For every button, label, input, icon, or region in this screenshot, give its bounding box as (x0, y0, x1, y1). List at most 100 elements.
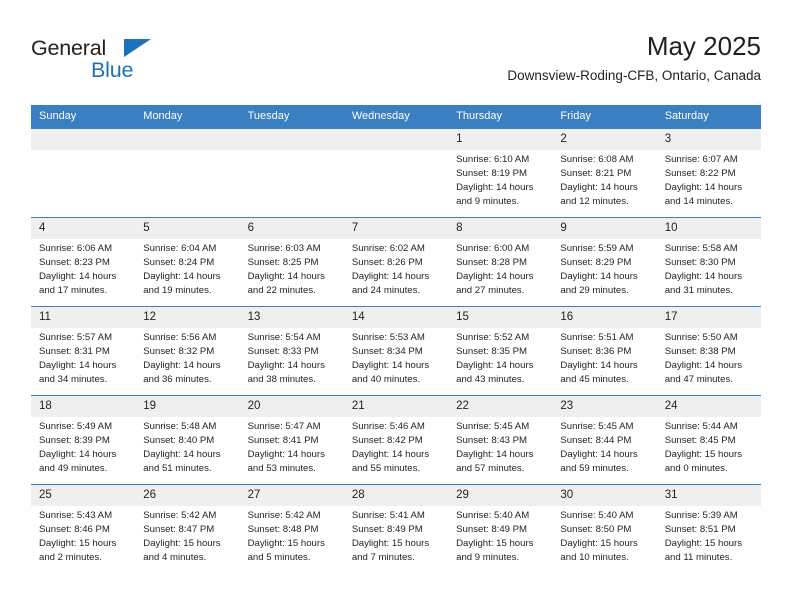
day-details: Sunrise: 5:46 AM Sunset: 8:42 PM Daylight:… (344, 417, 448, 476)
calendar-day-cell[interactable]: 19 Sunrise: 5:48 AM Sunset: 8:40 PM Dayligh… (135, 395, 240, 485)
calendar-day-cell[interactable]: 29 Sunrise: 5:40 AM Sunset: 8:49 PM Dayligh… (448, 484, 553, 574)
sunset-text: Sunset: 8:34 PM (351, 346, 423, 358)
day-details: Sunrise: 5:49 AM Sunset: 8:39 PM Daylight:… (31, 417, 135, 476)
daylight-text-line1: Daylight: 14 hours (39, 449, 117, 461)
title-block: May 2025 Downsview-Roding-CFB, Ontario, … (507, 30, 761, 86)
day-details: Sunrise: 6:06 AM Sunset: 8:23 PM Daylight:… (31, 239, 135, 298)
daylight-text-line2: and 17 minutes. (39, 285, 108, 297)
calendar-day-cell[interactable]: 16 Sunrise: 5:51 AM Sunset: 8:36 PM Dayligh… (552, 306, 657, 396)
sunrise-text: Sunrise: 6:02 AM (351, 243, 425, 254)
day-number: 8 (448, 218, 553, 239)
day-details: Sunrise: 6:03 AM Sunset: 8:25 PM Daylight:… (240, 239, 344, 298)
calendar-day-cell[interactable]: 2 Sunrise: 6:08 AM Sunset: 8:21 PM Daylight… (552, 128, 657, 218)
calendar-day-cell[interactable]: 17 Sunrise: 5:50 AM Sunset: 8:38 PM Dayligh… (656, 306, 761, 396)
daylight-text-line1: Daylight: 15 hours (143, 538, 221, 550)
day-number: 19 (135, 396, 240, 417)
weekday-header-monday: Monday (135, 105, 240, 129)
sunrise-text: Sunrise: 5:42 AM (143, 510, 217, 521)
day-number: 17 (656, 307, 761, 328)
calendar-day-cell[interactable]: 11 Sunrise: 5:57 AM Sunset: 8:31 PM Dayligh… (31, 306, 136, 396)
calendar-day-cell[interactable]: 30 Sunrise: 5:40 AM Sunset: 8:50 PM Dayligh… (552, 484, 657, 574)
location-subtitle: Downsview-Roding-CFB, Ontario, Canada (507, 68, 761, 83)
day-number: 16 (552, 307, 657, 328)
calendar-day-cell-empty (31, 128, 136, 218)
day-number: 26 (135, 485, 240, 506)
day-details: Sunrise: 5:45 AM Sunset: 8:44 PM Daylight:… (552, 417, 656, 476)
sunset-text: Sunset: 8:42 PM (351, 435, 423, 447)
day-details: Sunrise: 5:54 AM Sunset: 8:33 PM Daylight:… (240, 328, 344, 387)
calendar-day-cell[interactable]: 15 Sunrise: 5:52 AM Sunset: 8:35 PM Dayligh… (448, 306, 553, 396)
calendar-day-cell[interactable]: 22 Sunrise: 5:45 AM Sunset: 8:43 PM Dayligh… (448, 395, 553, 485)
daylight-text-line1: Daylight: 14 hours (560, 182, 638, 194)
day-details: Sunrise: 5:44 AM Sunset: 8:45 PM Daylight:… (657, 417, 761, 476)
calendar-day-cell[interactable]: 10 Sunrise: 5:58 AM Sunset: 8:30 PM Dayligh… (656, 217, 761, 307)
day-details: Sunrise: 5:40 AM Sunset: 8:50 PM Daylight:… (552, 506, 656, 565)
calendar-day-cell-empty (239, 128, 344, 218)
daylight-text-line1: Daylight: 14 hours (560, 271, 638, 283)
sunset-text: Sunset: 8:29 PM (560, 257, 632, 269)
day-number: 15 (448, 307, 553, 328)
calendar-day-cell-empty (135, 128, 240, 218)
day-details: Sunrise: 6:04 AM Sunset: 8:24 PM Daylight:… (135, 239, 239, 298)
sunrise-text: Sunrise: 5:39 AM (664, 510, 738, 521)
calendar-day-cell[interactable]: 25 Sunrise: 5:43 AM Sunset: 8:46 PM Dayligh… (31, 484, 136, 574)
daylight-text-line1: Daylight: 14 hours (456, 360, 534, 372)
calendar-day-cell[interactable]: 7 Sunrise: 6:02 AM Sunset: 8:26 PM Daylight… (343, 217, 449, 307)
weekday-header-sunday: Sunday (31, 105, 136, 129)
day-number (343, 129, 449, 150)
daylight-text-line1: Daylight: 14 hours (664, 360, 743, 372)
weekday-header-wednesday: Wednesday (343, 105, 449, 129)
calendar-day-cell[interactable]: 31 Sunrise: 5:39 AM Sunset: 8:51 PM Dayligh… (656, 484, 761, 574)
sunrise-text: Sunrise: 5:50 AM (664, 332, 738, 343)
calendar-day-cell[interactable]: 28 Sunrise: 5:41 AM Sunset: 8:49 PM Dayligh… (343, 484, 449, 574)
day-details: Sunrise: 5:57 AM Sunset: 8:31 PM Daylight:… (31, 328, 135, 387)
sunrise-text: Sunrise: 5:58 AM (664, 243, 738, 254)
calendar-day-cell[interactable]: 1 Sunrise: 6:10 AM Sunset: 8:19 PM Daylight… (448, 128, 553, 218)
day-details: Sunrise: 5:47 AM Sunset: 8:41 PM Daylight:… (240, 417, 344, 476)
calendar-day-cell[interactable]: 20 Sunrise: 5:47 AM Sunset: 8:41 PM Dayligh… (239, 395, 344, 485)
daylight-text-line2: and 43 minutes. (456, 374, 525, 386)
sunrise-text: Sunrise: 5:44 AM (664, 421, 738, 432)
page-header: General Blue May 2025 Downsview-Roding-C… (31, 30, 761, 92)
day-details: Sunrise: 5:43 AM Sunset: 8:46 PM Daylight:… (31, 506, 135, 565)
day-details: Sunrise: 6:08 AM Sunset: 8:21 PM Daylight:… (552, 150, 656, 209)
sunrise-text: Sunrise: 5:41 AM (351, 510, 425, 521)
day-number: 4 (31, 218, 136, 239)
daylight-text-line2: and 36 minutes. (143, 374, 212, 386)
calendar-day-cell[interactable]: 8 Sunrise: 6:00 AM Sunset: 8:28 PM Daylight… (448, 217, 553, 307)
calendar-day-cell[interactable]: 26 Sunrise: 5:42 AM Sunset: 8:47 PM Dayligh… (135, 484, 240, 574)
weekday-header-thursday: Thursday (448, 105, 553, 129)
daylight-text-line1: Daylight: 14 hours (143, 449, 221, 461)
calendar-day-cell[interactable]: 9 Sunrise: 5:59 AM Sunset: 8:29 PM Daylight… (552, 217, 657, 307)
calendar-body: 1 Sunrise: 6:10 AM Sunset: 8:19 PM Daylight… (31, 128, 761, 574)
general-blue-logo[interactable]: General Blue (31, 37, 161, 87)
sunset-text: Sunset: 8:49 PM (351, 524, 423, 536)
daylight-text-line1: Daylight: 15 hours (351, 538, 430, 550)
day-details: Sunrise: 5:42 AM Sunset: 8:47 PM Daylight:… (135, 506, 239, 565)
sunset-text: Sunset: 8:23 PM (39, 257, 110, 269)
calendar-day-cell[interactable]: 4 Sunrise: 6:06 AM Sunset: 8:23 PM Daylight… (31, 217, 136, 307)
calendar-day-cell[interactable]: 5 Sunrise: 6:04 AM Sunset: 8:24 PM Daylight… (135, 217, 240, 307)
calendar-day-cell[interactable]: 18 Sunrise: 5:49 AM Sunset: 8:39 PM Dayligh… (31, 395, 136, 485)
daylight-text-line2: and 0 minutes. (664, 463, 728, 475)
calendar-day-cell[interactable]: 27 Sunrise: 5:42 AM Sunset: 8:48 PM Dayligh… (239, 484, 344, 574)
calendar-day-cell[interactable]: 14 Sunrise: 5:53 AM Sunset: 8:34 PM Dayligh… (343, 306, 449, 396)
calendar-day-cell[interactable]: 12 Sunrise: 5:56 AM Sunset: 8:32 PM Dayligh… (135, 306, 240, 396)
daylight-text-line1: Daylight: 15 hours (664, 449, 743, 461)
day-number: 23 (552, 396, 657, 417)
calendar-day-cell[interactable]: 6 Sunrise: 6:03 AM Sunset: 8:25 PM Daylight… (239, 217, 344, 307)
day-number: 31 (656, 485, 761, 506)
day-details: Sunrise: 6:02 AM Sunset: 8:26 PM Daylight:… (344, 239, 448, 298)
calendar-day-cell[interactable]: 23 Sunrise: 5:45 AM Sunset: 8:44 PM Dayligh… (552, 395, 657, 485)
weekday-header-friday: Friday (552, 105, 657, 129)
calendar-day-cell[interactable]: 21 Sunrise: 5:46 AM Sunset: 8:42 PM Dayligh… (343, 395, 449, 485)
sunset-text: Sunset: 8:48 PM (247, 524, 319, 536)
calendar-day-cell[interactable]: 24 Sunrise: 5:44 AM Sunset: 8:45 PM Dayligh… (656, 395, 761, 485)
calendar-day-cell[interactable]: 13 Sunrise: 5:54 AM Sunset: 8:33 PM Dayligh… (239, 306, 344, 396)
logo-text-blue: Blue (91, 58, 134, 82)
calendar-day-cell[interactable]: 3 Sunrise: 6:07 AM Sunset: 8:22 PM Daylight… (656, 128, 761, 218)
day-number: 6 (239, 218, 344, 239)
day-number: 14 (343, 307, 449, 328)
daylight-text-line2: and 31 minutes. (664, 285, 733, 297)
day-number (31, 129, 136, 150)
